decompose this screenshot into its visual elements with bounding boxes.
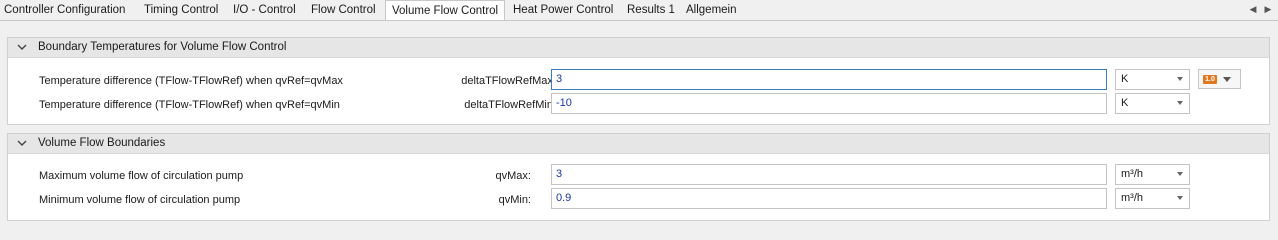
section-volume-flow-boundaries: Volume Flow Boundaries Maximum volume fl… [7, 133, 1270, 221]
tab-controller-configuration[interactable]: Controller Configuration [4, 3, 125, 19]
unit-value: K [1121, 97, 1129, 109]
param-name: qvMin: [498, 194, 531, 206]
tab-io-control[interactable]: I/O - Control [233, 3, 296, 19]
chevron-down-icon[interactable] [16, 41, 28, 53]
scroll-right-icon[interactable]: ▶ [1263, 4, 1273, 14]
param-name: deltaTFlowRefMax: [461, 75, 556, 87]
unit-select[interactable]: K [1115, 93, 1190, 114]
row-label: Temperature difference (TFlow-TFlowRef) … [39, 75, 343, 87]
dropdown-arrow-icon [1177, 196, 1183, 200]
section-header[interactable]: Volume Flow Boundaries [8, 134, 1269, 154]
dropdown-arrow-icon [1177, 101, 1183, 105]
row-label: Minimum volume flow of circulation pump [39, 194, 241, 206]
tab-results-1[interactable]: Results 1 [627, 3, 675, 19]
tab-heat-power-control[interactable]: Heat Power Control [513, 3, 613, 19]
section-title: Volume Flow Boundaries [38, 137, 166, 149]
scroll-left-icon[interactable]: ◀ [1248, 4, 1258, 14]
unit-value: m³/h [1121, 192, 1143, 204]
quality-dropdown-button[interactable]: 1.0 [1198, 69, 1241, 89]
row-label: Temperature difference (TFlow-TFlowRef) … [39, 99, 340, 111]
deltaTFlowRefMax-input[interactable]: 3 [551, 69, 1107, 90]
row-label: Maximum volume flow of circulation pump [39, 170, 244, 182]
main-content: Boundary Temperatures for Volume Flow Co… [0, 21, 1278, 226]
tab-flow-control[interactable]: Flow Control [311, 3, 376, 19]
qvMax-input[interactable]: 3 [551, 164, 1107, 185]
unit-value: m³/h [1121, 168, 1143, 180]
tab-allgemein[interactable]: Allgemein [686, 3, 737, 19]
param-name: deltaTFlowRefMin: [464, 99, 556, 111]
tab-bar: Controller Configuration Timing Control … [0, 0, 1278, 21]
dropdown-arrow-icon [1177, 77, 1183, 81]
tab-volume-flow-control[interactable]: Volume Flow Control [385, 0, 505, 20]
param-name: qvMax: [495, 170, 531, 182]
unit-select[interactable]: m³/h [1115, 164, 1190, 185]
qvMin-input[interactable]: 0.9 [551, 188, 1107, 209]
version-badge: 1.0 [1203, 75, 1217, 84]
dropdown-arrow-icon [1223, 77, 1231, 82]
unit-select[interactable]: K [1115, 69, 1190, 90]
unit-select[interactable]: m³/h [1115, 188, 1190, 209]
dropdown-arrow-icon [1177, 172, 1183, 176]
section-boundary-temperatures: Boundary Temperatures for Volume Flow Co… [7, 37, 1270, 125]
section-title: Boundary Temperatures for Volume Flow Co… [38, 41, 287, 53]
chevron-down-icon[interactable] [16, 137, 28, 149]
section-header[interactable]: Boundary Temperatures for Volume Flow Co… [8, 38, 1269, 58]
deltaTFlowRefMin-input[interactable]: -10 [551, 93, 1107, 114]
tab-timing-control[interactable]: Timing Control [144, 3, 218, 19]
unit-value: K [1121, 73, 1129, 85]
